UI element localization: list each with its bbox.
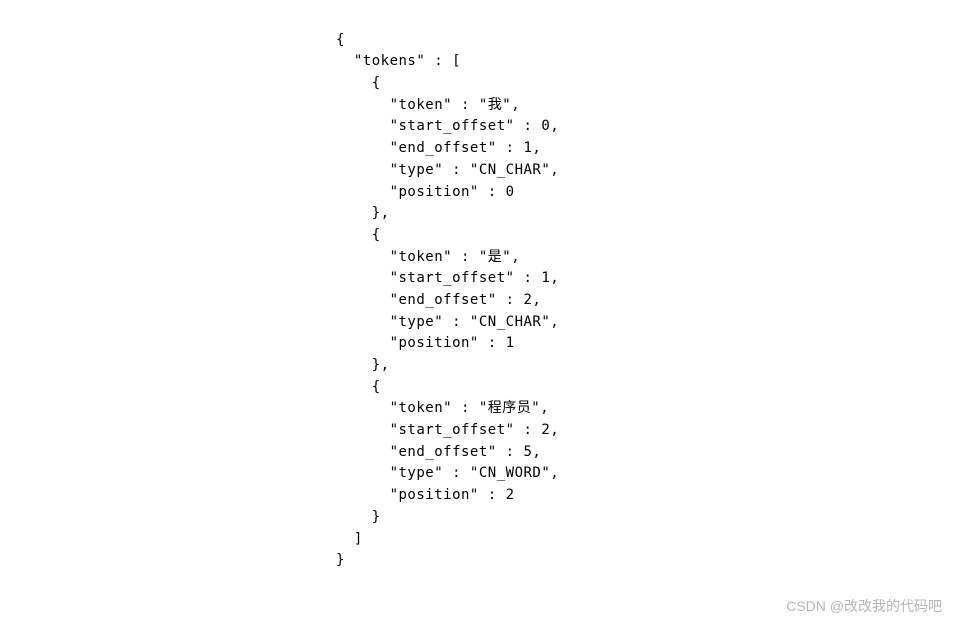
code-line: }: [336, 509, 381, 525]
code-line: "position" : 2: [336, 487, 515, 503]
code-line: "type" : "CN_WORD",: [336, 465, 559, 481]
watermark-text: CSDN @改改我的代码吧: [786, 596, 942, 616]
code-line: }: [336, 552, 345, 568]
code-line: "end_offset" : 5,: [336, 444, 541, 460]
json-code-block: { "tokens" : [ { "token" : "我", "start_o…: [336, 8, 559, 572]
code-line: "end_offset" : 2,: [336, 292, 541, 308]
code-line: ]: [336, 531, 363, 547]
code-line: "token" : "是",: [336, 249, 520, 265]
code-line: "type" : "CN_CHAR",: [336, 162, 559, 178]
code-line: "start_offset" : 1,: [336, 270, 559, 286]
code-line: "start_offset" : 0,: [336, 118, 559, 134]
code-line: "end_offset" : 1,: [336, 140, 541, 156]
code-line: {: [336, 227, 381, 243]
code-line: "type" : "CN_CHAR",: [336, 314, 559, 330]
code-line: "position" : 1: [336, 335, 515, 351]
code-line: {: [336, 379, 381, 395]
code-line: "tokens" : [: [336, 53, 461, 69]
code-line: "token" : "我",: [336, 97, 520, 113]
code-line: {: [336, 32, 345, 48]
code-line: "start_offset" : 2,: [336, 422, 559, 438]
code-line: "position" : 0: [336, 184, 515, 200]
code-line: },: [336, 357, 390, 373]
code-line: {: [336, 75, 381, 91]
code-line: "token" : "程序员",: [336, 400, 549, 416]
code-line: },: [336, 205, 390, 221]
